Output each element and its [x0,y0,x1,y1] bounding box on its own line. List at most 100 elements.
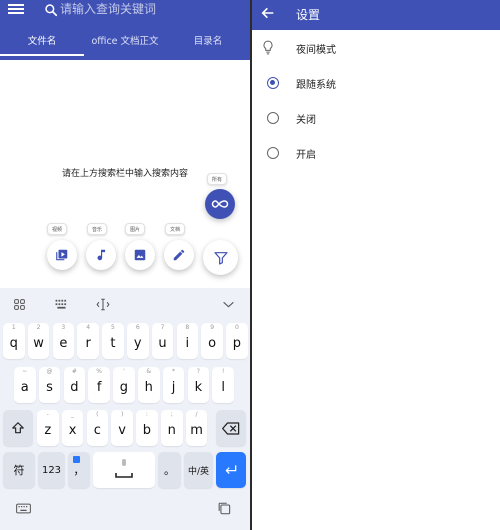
key-i[interactable]: 8i [176,323,199,359]
filter-icon [213,251,228,265]
number-key[interactable]: 123 [38,452,65,488]
number-key-label: 123 [41,464,62,476]
settings-app-bar: 设置 [252,0,500,30]
key-j[interactable]: * j [162,367,185,403]
key-s[interactable]: @ s [38,367,61,403]
video-filter-button[interactable] [47,240,77,270]
backspace-key[interactable] [216,410,246,446]
filter-button[interactable] [203,240,238,275]
key-r[interactable]: 4r [77,323,99,359]
option-follow-system[interactable]: 跟随系统 [252,68,500,98]
key-d[interactable]: # d [63,367,86,403]
collapse-keyboard-icon[interactable] [222,300,235,309]
key-o[interactable]: 9o [201,323,223,359]
period-key[interactable]: 。 [158,452,181,488]
shift-icon [12,422,24,434]
key-label: l [221,380,225,395]
option-off[interactable]: 关闭 [252,103,500,133]
key-label: t [110,336,116,351]
comma-key[interactable]: ， [68,452,90,488]
settings-screen: 设置 夜间模式 跟随系统 关闭 开启 [252,0,500,530]
radio-off[interactable] [267,112,279,124]
key-alt-label: 2 [36,324,41,331]
key-alt-label: % [96,368,102,375]
option-on[interactable]: 开启 [252,138,500,168]
key-a[interactable]: ~ a [14,367,36,403]
tab-directory[interactable]: 目录名 [166,28,250,56]
radio-on[interactable] [267,147,279,159]
language-key-label: 中/英 [187,466,210,477]
tab-indicator [0,54,84,56]
tab-filename[interactable]: 文件名 [0,28,84,56]
key-v[interactable]: ) v [111,410,133,446]
search-icon [45,4,58,17]
image-filter-button[interactable] [125,240,155,270]
key-w[interactable]: 2w [27,323,50,359]
key-n[interactable]: ; n [161,410,183,446]
key-g[interactable]: ' g [113,367,135,403]
key-alt-label: - [46,411,49,418]
key-label: g [119,380,129,395]
all-types-button[interactable] [205,189,235,219]
shift-key[interactable] [3,410,33,446]
key-label: f [96,380,102,395]
search-screen: 请输入查询关键词 文件名 office 文档正文 目录名 请在上方搜索栏中输入搜… [0,0,250,530]
space-key[interactable] [93,452,155,488]
key-label: x [68,423,77,438]
key-q[interactable]: 1q [3,323,25,359]
clipboard-icon[interactable] [218,502,232,515]
chip-doc: 文档 [165,223,186,235]
section-label: 夜间模式 [296,45,336,56]
search-input[interactable]: 请输入查询关键词 [60,1,156,17]
back-arrow-icon[interactable] [260,5,276,21]
key-label: z [44,423,52,438]
cursor-icon[interactable] [96,298,110,311]
symbol-key[interactable]: 符 [3,452,35,488]
menu-icon[interactable] [8,2,24,16]
key-alt-label: 0 [235,324,239,331]
key-alt-label: 7 [160,324,165,331]
option-label: 关闭 [296,115,316,126]
key-alt-label: * [172,368,176,375]
language-switch-key[interactable]: 中/英 [184,452,213,488]
key-m[interactable]: / m [185,410,208,446]
key-y[interactable]: 6y [127,323,149,359]
key-label: n [167,423,176,438]
key-z[interactable]: -z [37,410,59,446]
key-alt-label: 4 [86,324,91,331]
voice-space-icon [115,459,133,478]
key-f[interactable]: % f [88,367,110,403]
key-h[interactable]: & h [138,367,160,403]
key-p[interactable]: 0p [226,323,248,359]
key-label: s [46,380,53,395]
lightbulb-icon [263,40,273,55]
key-x[interactable]: _ x [61,410,84,446]
key-alt-label: 8 [185,324,190,331]
keyboard-layout-icon[interactable] [55,299,69,310]
key-u[interactable]: 7u [151,323,174,359]
backspace-icon [222,421,240,435]
music-filter-button[interactable] [86,240,116,270]
key-t[interactable]: 5t [102,323,124,359]
keyboard-toolbar [0,288,250,320]
apps-grid-icon[interactable] [13,298,26,311]
key-alt-label: # [71,368,77,375]
key-c[interactable]: (c [86,410,109,446]
enter-key[interactable] [216,452,246,488]
document-filter-button[interactable] [164,240,194,270]
option-label: 开启 [296,150,316,161]
key-alt-label: ) [120,411,124,418]
infinity-icon [211,200,229,208]
keyboard-switch-icon[interactable] [16,503,31,514]
chip-all: 所有 [207,173,228,185]
radio-follow-system[interactable] [267,77,279,89]
tab-office-content[interactable]: office 文档正文 [84,28,166,56]
key-label: b [142,423,152,438]
key-l[interactable]: ! l [212,367,234,403]
app-bar: 请输入查询关键词 文件名 office 文档正文 目录名 [0,0,250,60]
key-label: o [208,336,217,351]
key-alt-label: 9 [210,324,215,331]
key-b[interactable]: :b [136,410,158,446]
key-k[interactable]: ? k [187,367,210,403]
key-e[interactable]: 3e [52,323,75,359]
